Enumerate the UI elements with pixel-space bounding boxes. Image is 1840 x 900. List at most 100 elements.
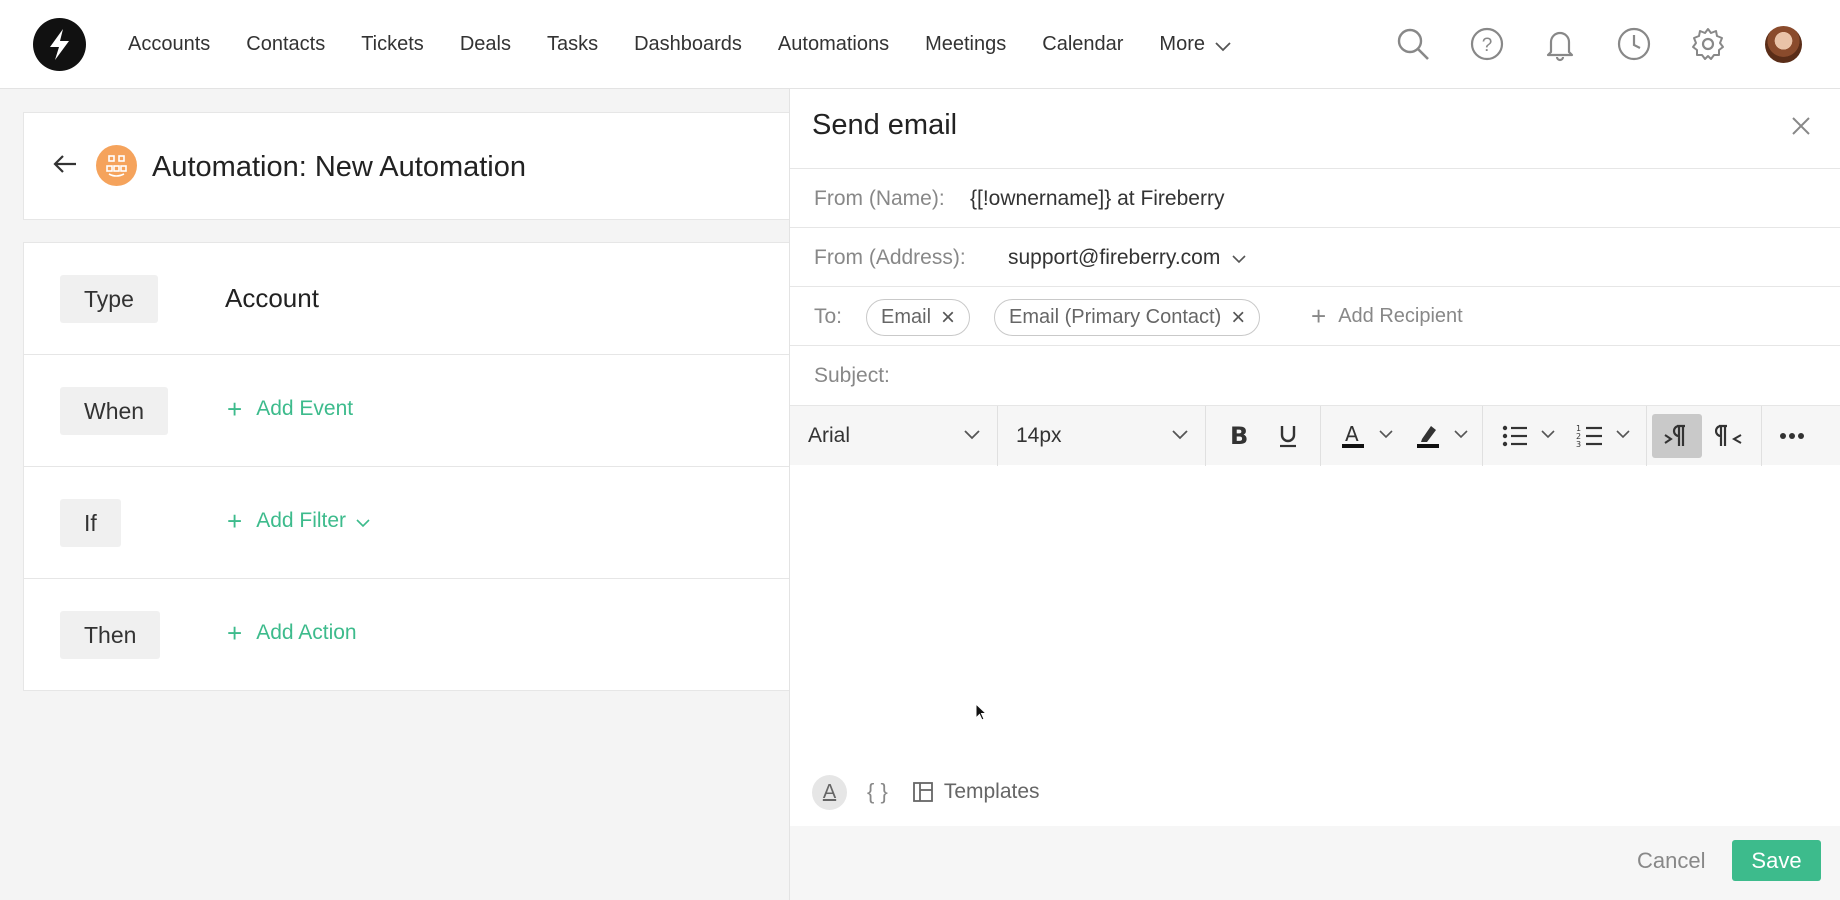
underline-button[interactable]: [1263, 414, 1313, 458]
text-color-button[interactable]: A: [1328, 414, 1378, 458]
text-color-icon: A: [1342, 422, 1364, 448]
recipient-chip-label: Email: [881, 306, 932, 328]
add-recipient-button[interactable]: + Add Recipient: [1311, 301, 1463, 332]
template-icon: [912, 782, 933, 802]
bell-icon[interactable]: [1542, 26, 1578, 62]
automation-header: Automation: New Automation: [23, 112, 793, 220]
page-title: Automation: New Automation: [152, 151, 526, 183]
bullet-list-icon: [1502, 425, 1527, 447]
app-logo[interactable]: [33, 18, 86, 71]
nav-more-dropdown[interactable]: More: [1159, 33, 1231, 56]
rule-when-row: When + Add Event: [24, 355, 792, 467]
panel-title: Send email: [812, 109, 958, 141]
from-address-value: support@fireberry.com: [1008, 246, 1221, 269]
chevron-down-icon[interactable]: [1379, 430, 1393, 439]
bold-button[interactable]: B: [1213, 414, 1263, 458]
main-nav: Accounts Contacts Tickets Deals Tasks Da…: [128, 0, 1267, 89]
send-email-panel: Send email From (Name): {[!ownername]} a…: [789, 89, 1840, 900]
clock-icon[interactable]: [1616, 26, 1652, 62]
add-action-button[interactable]: + Add Action: [227, 620, 357, 646]
remove-icon[interactable]: ×: [1231, 300, 1245, 335]
chevron-down-icon: [1172, 430, 1188, 440]
editor-bottom-tools: A { } Templates: [812, 772, 1040, 812]
save-button[interactable]: Save: [1732, 840, 1821, 881]
recipient-chip[interactable]: Email (Primary Contact) ×: [994, 299, 1261, 336]
email-body-editor[interactable]: [790, 465, 1840, 765]
chevron-down-icon[interactable]: [1454, 430, 1468, 439]
automation-rules: Type Account When + Add Event If + Add F…: [23, 242, 793, 691]
font-size-select[interactable]: 14px: [998, 406, 1206, 466]
add-event-button[interactable]: + Add Event: [227, 394, 354, 424]
recipient-chip[interactable]: Email ×: [866, 299, 971, 336]
nav-calendar[interactable]: Calendar: [1042, 33, 1123, 56]
cancel-button[interactable]: Cancel: [1637, 848, 1705, 874]
ltr-paragraph-icon: [1664, 424, 1685, 446]
font-family-value: Arial: [808, 424, 851, 447]
from-address-select[interactable]: support@fireberry.com: [1008, 246, 1246, 270]
to-label: To:: [814, 305, 843, 328]
help-icon[interactable]: ?: [1469, 26, 1505, 62]
back-arrow-icon[interactable]: [52, 153, 78, 175]
svg-text:3: 3: [1576, 440, 1581, 449]
then-tag: Then: [60, 611, 161, 659]
gear-icon[interactable]: [1690, 26, 1726, 62]
recipient-chip-label: Email (Primary Contact): [1009, 306, 1222, 328]
nav-contacts[interactable]: Contacts: [246, 33, 325, 56]
nav-deals[interactable]: Deals: [460, 33, 511, 56]
from-name-row: From (Name): {[!ownername]} at Fireberry: [790, 168, 1840, 227]
rtl-direction-button[interactable]: [1704, 414, 1754, 458]
top-navbar: Accounts Contacts Tickets Deals Tasks Da…: [0, 0, 1840, 89]
bullet-list-button[interactable]: [1490, 414, 1540, 458]
when-tag: When: [60, 387, 169, 435]
nav-meetings[interactable]: Meetings: [925, 33, 1006, 56]
plus-icon: +: [1311, 301, 1327, 331]
chevron-down-icon[interactable]: [1616, 430, 1630, 439]
rule-if-row: If + Add Filter: [24, 467, 792, 579]
user-avatar[interactable]: [1765, 26, 1802, 63]
chevron-down-icon[interactable]: [1541, 430, 1555, 439]
chevron-down-icon: [1232, 255, 1246, 264]
svg-text:?: ?: [1482, 35, 1493, 56]
remove-icon[interactable]: ×: [941, 300, 955, 335]
placeholder-fields-button[interactable]: { }: [867, 779, 888, 805]
add-event-label: Add Event: [256, 397, 354, 420]
panel-footer: Cancel Save: [790, 826, 1840, 900]
add-action-label: Add Action: [256, 621, 357, 644]
plus-icon: +: [227, 506, 243, 536]
numbered-list-icon: 123: [1576, 424, 1602, 449]
from-address-row: From (Address): support@fireberry.com: [790, 227, 1840, 286]
type-tag: Type: [60, 275, 158, 323]
plus-icon: +: [227, 394, 243, 424]
bold-icon: B: [1230, 424, 1248, 448]
numbered-list-button[interactable]: 123: [1565, 414, 1615, 458]
rtl-paragraph-icon: [1715, 424, 1742, 446]
from-address-label: From (Address):: [814, 246, 966, 269]
rule-then-row: Then + Add Action: [24, 579, 792, 691]
nav-tickets[interactable]: Tickets: [361, 33, 424, 56]
nav-tasks[interactable]: Tasks: [547, 33, 598, 56]
subject-row: Subject:: [790, 345, 1840, 404]
search-icon[interactable]: [1395, 26, 1431, 62]
highlight-color-button[interactable]: [1403, 414, 1453, 458]
nav-accounts[interactable]: Accounts: [128, 33, 210, 56]
type-value[interactable]: Account: [225, 283, 319, 314]
chevron-down-icon: [1215, 41, 1231, 51]
svg-text:B: B: [1230, 424, 1248, 448]
more-horizontal-icon: [1780, 433, 1804, 439]
font-family-select[interactable]: Arial: [790, 406, 998, 466]
close-icon[interactable]: [1791, 116, 1811, 136]
from-name-label: From (Name):: [814, 187, 945, 210]
from-name-field[interactable]: {[!ownername]} at Fireberry: [970, 187, 1224, 211]
more-options-button[interactable]: [1767, 414, 1817, 458]
text-format-toggle[interactable]: A: [812, 774, 847, 810]
svg-text:A: A: [1345, 422, 1359, 446]
chevron-down-icon: [356, 518, 370, 527]
nav-dashboards[interactable]: Dashboards: [634, 33, 742, 56]
ltr-direction-button[interactable]: [1652, 414, 1702, 458]
underline-icon: [1280, 426, 1296, 448]
nav-automations[interactable]: Automations: [778, 33, 889, 56]
chevron-down-icon: [964, 430, 980, 440]
templates-button[interactable]: Templates: [912, 780, 1040, 804]
add-filter-button[interactable]: + Add Filter: [227, 506, 370, 536]
rule-type-row: Type Account: [24, 243, 792, 355]
